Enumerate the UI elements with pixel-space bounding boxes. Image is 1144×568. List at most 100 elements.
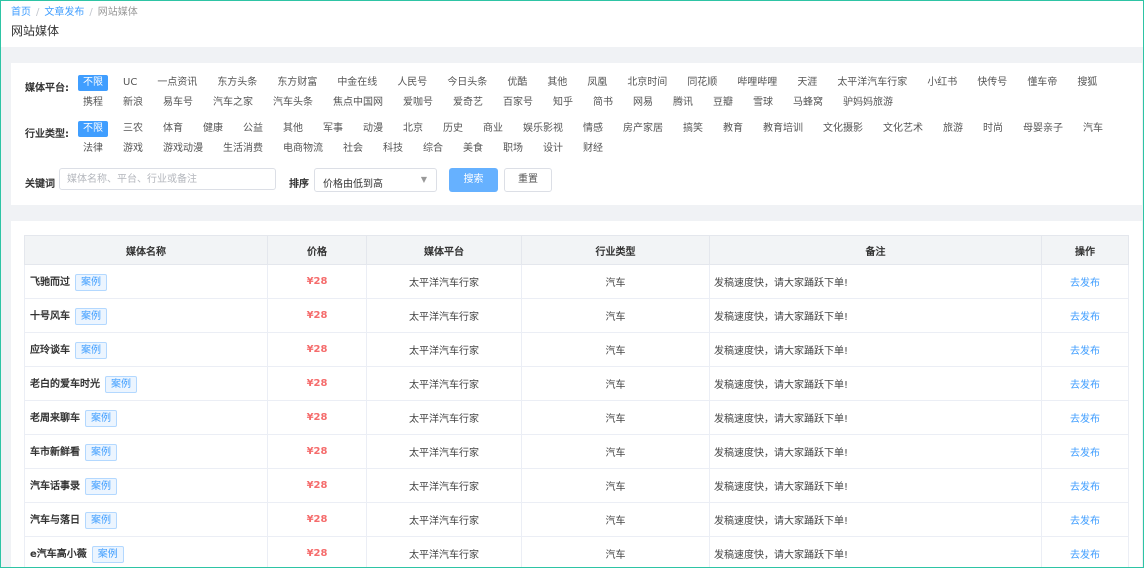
platform-filter-option[interactable]: 驴妈妈旅游 [838, 95, 898, 111]
industry-filter-option[interactable]: 健康 [198, 121, 228, 137]
publish-link[interactable]: 去发布 [1070, 516, 1100, 527]
industry-filter-option[interactable]: 生活消费 [218, 141, 268, 157]
platform-filter-option[interactable]: 懂车帝 [1022, 75, 1062, 91]
industry-filter-option[interactable]: 文化艺术 [878, 121, 928, 137]
platform-filter-option[interactable]: 易车号 [158, 95, 198, 111]
industry-filter-option[interactable]: 综合 [418, 141, 448, 157]
platform-filter-option[interactable]: 携程 [78, 95, 108, 111]
case-tag[interactable]: 案例 [85, 409, 117, 427]
publish-link[interactable]: 去发布 [1070, 380, 1100, 391]
industry-filter-option[interactable]: 职场 [498, 141, 528, 157]
industry-filter-option[interactable]: 不限 [78, 121, 108, 137]
platform-filter-option[interactable]: 人民号 [392, 75, 432, 91]
industry-filter-option[interactable]: 房产家居 [618, 121, 668, 137]
publish-link[interactable]: 去发布 [1070, 550, 1100, 561]
industry-filter-option[interactable]: 体育 [158, 121, 188, 137]
platform-filter-option[interactable]: 简书 [588, 95, 618, 111]
platform-filter-option[interactable]: 北京时间 [622, 75, 672, 91]
platform-filter-option[interactable]: 优酷 [502, 75, 532, 91]
note-cell: 发稿速度快，请大家踊跃下单! [709, 536, 1042, 567]
industry-filter-option[interactable]: 时尚 [978, 121, 1008, 137]
industry-filter-option[interactable]: 历史 [438, 121, 468, 137]
platform-filter-option[interactable]: 搜狐 [1072, 75, 1102, 91]
industry-cell: 汽车 [521, 434, 710, 469]
platform-filter-option[interactable]: 腾讯 [668, 95, 698, 111]
industry-filter-option[interactable]: 文化摄影 [818, 121, 868, 137]
industry-filter-option[interactable]: 汽车 [1078, 121, 1108, 137]
platform-filter-option[interactable]: 快传号 [972, 75, 1012, 91]
platform-filter-option[interactable]: 焦点中国网 [328, 95, 388, 111]
platform-filter-option[interactable]: 太平洋汽车行家 [832, 75, 912, 91]
industry-filter-option[interactable]: 社会 [338, 141, 368, 157]
industry-filter-option[interactable]: 教育培训 [758, 121, 808, 137]
industry-filter-option[interactable]: 公益 [238, 121, 268, 137]
platform-filter-option[interactable]: 不限 [78, 75, 108, 91]
industry-filter-option[interactable]: 商业 [478, 121, 508, 137]
sort-select[interactable]: 价格由低到高 ▼ [314, 168, 437, 192]
industry-filter-option[interactable]: 科技 [378, 141, 408, 157]
platform-filter-option[interactable]: 豆瓣 [708, 95, 738, 111]
platform-filter-option[interactable]: 东方财富 [272, 75, 322, 91]
platform-filter-option[interactable]: 爱奇艺 [448, 95, 488, 111]
platform-filter-option[interactable]: 网易 [628, 95, 658, 111]
industry-filter-option[interactable]: 教育 [718, 121, 748, 137]
industry-filter-option[interactable]: 游戏动漫 [158, 141, 208, 157]
platform-filter-option[interactable]: 一点资讯 [152, 75, 202, 91]
publish-link[interactable]: 去发布 [1070, 346, 1100, 357]
case-tag[interactable]: 案例 [85, 511, 117, 529]
platform-filter-option[interactable]: 凤凰 [582, 75, 612, 91]
breadcrumb-article-publish[interactable]: 文章发布 [44, 7, 84, 18]
platform-filter-option[interactable]: 东方头条 [212, 75, 262, 91]
platform-filter-option[interactable]: 知乎 [548, 95, 578, 111]
industry-filter-option[interactable]: 三农 [118, 121, 148, 137]
case-tag[interactable]: 案例 [91, 545, 124, 563]
platform-filter-option[interactable]: 哔哩哔哩 [732, 75, 782, 91]
breadcrumb-home[interactable]: 首页 [11, 7, 31, 18]
platform-filter-option[interactable]: 新浪 [118, 95, 148, 111]
industry-filter-option[interactable]: 动漫 [358, 121, 388, 137]
publish-link[interactable]: 去发布 [1070, 414, 1100, 425]
platform-filter-option[interactable]: 雪球 [748, 95, 778, 111]
platform-filter-option[interactable]: 马蜂窝 [788, 95, 828, 111]
industry-filter-option[interactable]: 搞笑 [678, 121, 708, 137]
publish-link[interactable]: 去发布 [1070, 448, 1100, 459]
industry-filter-option[interactable]: 军事 [318, 121, 348, 137]
platform-filter-option[interactable]: 小红书 [922, 75, 962, 91]
case-tag[interactable]: 案例 [85, 477, 117, 495]
platform-filter-option[interactable]: 天涯 [792, 75, 822, 91]
industry-filter-option[interactable]: 旅游 [938, 121, 968, 137]
industry-filter-option[interactable]: 法律 [78, 141, 108, 157]
platform-filter-option[interactable]: 爱咖号 [398, 95, 438, 111]
industry-filter-option[interactable]: 游戏 [118, 141, 148, 157]
case-tag[interactable]: 案例 [75, 273, 107, 291]
search-button[interactable]: 搜索 [449, 168, 498, 192]
platform-filter-option[interactable]: 今日头条 [442, 75, 492, 91]
case-tag[interactable]: 案例 [105, 375, 137, 393]
industry-filter-option[interactable]: 母婴亲子 [1018, 121, 1068, 137]
industry-filter-option[interactable]: 情感 [578, 121, 608, 137]
publish-link[interactable]: 去发布 [1070, 482, 1100, 493]
publish-link[interactable]: 去发布 [1070, 312, 1100, 323]
keyword-input[interactable] [59, 168, 276, 190]
industry-filter-option[interactable]: 美食 [458, 141, 488, 157]
industry-filter-option[interactable]: 娱乐影视 [518, 121, 568, 137]
platform-filter-option[interactable]: UC [118, 75, 142, 91]
case-tag[interactable]: 案例 [85, 443, 117, 461]
platform-filter-option[interactable]: 百家号 [498, 95, 538, 111]
industry-filter-option[interactable]: 北京 [398, 121, 428, 137]
platform-filter-option[interactable]: 同花顺 [682, 75, 722, 91]
column-header-name: 媒体名称 [24, 235, 268, 265]
platform-filter-option[interactable]: 中金在线 [332, 75, 382, 91]
case-tag[interactable]: 案例 [75, 307, 107, 325]
reset-button[interactable]: 重置 [504, 168, 552, 192]
industry-filter-option[interactable]: 其他 [278, 121, 308, 137]
platform-cell: 太平洋汽车行家 [366, 298, 522, 333]
case-tag[interactable]: 案例 [75, 341, 107, 359]
platform-filter-option[interactable]: 其他 [542, 75, 572, 91]
industry-filter-option[interactable]: 财经 [578, 141, 608, 157]
platform-filter-option[interactable]: 汽车之家 [208, 95, 258, 111]
industry-filter-option[interactable]: 电商物流 [278, 141, 328, 157]
publish-link[interactable]: 去发布 [1070, 278, 1100, 289]
industry-filter-option[interactable]: 设计 [538, 141, 568, 157]
platform-filter-option[interactable]: 汽车头条 [268, 95, 318, 111]
